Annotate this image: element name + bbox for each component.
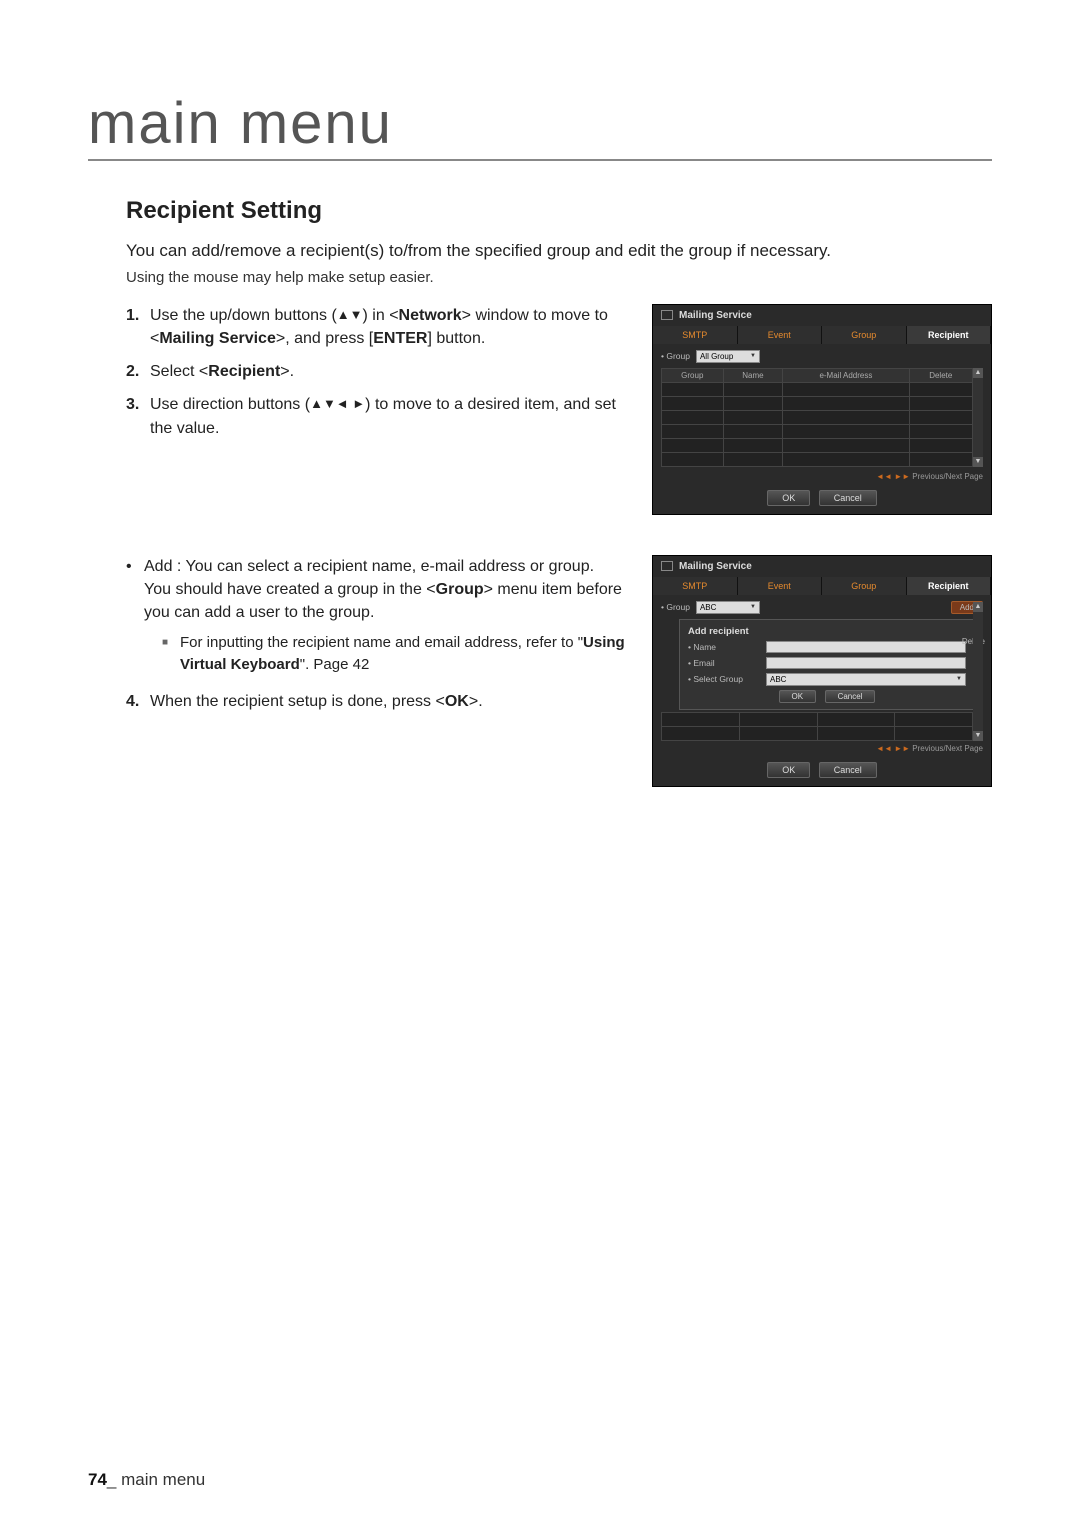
add-recipient-dialog: Add recipient • Name • Email • Select Gr… bbox=[679, 619, 975, 710]
direction-arrows-icon: ▲▼◄ ► bbox=[310, 396, 365, 411]
prev-page-icon[interactable]: ◄◄ bbox=[876, 472, 894, 481]
group-label: • Group bbox=[661, 351, 690, 361]
table-row[interactable] bbox=[662, 452, 973, 466]
tab-recipient[interactable]: Recipient bbox=[907, 326, 992, 344]
tab-event[interactable]: Event bbox=[738, 326, 823, 344]
step-text: When the recipient setup is done, press … bbox=[150, 690, 632, 713]
tab-recipient[interactable]: Recipient bbox=[907, 577, 992, 595]
window-icon bbox=[661, 561, 673, 571]
panel-title: Mailing Service bbox=[653, 556, 991, 577]
mailing-service-panel-1: Mailing Service SMTP Event Group Recipie… bbox=[652, 304, 992, 515]
email-input[interactable] bbox=[766, 657, 966, 669]
step-number: 2. bbox=[126, 360, 150, 383]
page-footer: 74_ main menu bbox=[88, 1470, 205, 1490]
table-row[interactable] bbox=[662, 726, 973, 740]
dialog-ok-button[interactable]: OK bbox=[779, 690, 817, 703]
ok-button[interactable]: OK bbox=[767, 762, 810, 778]
group-dropdown[interactable]: All Group bbox=[696, 350, 760, 363]
sub-bullet-keyboard: ■ For inputting the recipient name and e… bbox=[162, 632, 632, 676]
tab-group[interactable]: Group bbox=[822, 326, 907, 344]
col-delete: Delete bbox=[909, 368, 972, 382]
scroll-down-icon[interactable]: ▼ bbox=[973, 731, 983, 741]
email-label: • Email bbox=[688, 658, 758, 668]
cancel-button[interactable]: Cancel bbox=[819, 762, 877, 778]
intro-text: You can add/remove a recipient(s) to/fro… bbox=[126, 239, 992, 263]
tab-bar: SMTP Event Group Recipient bbox=[653, 326, 991, 344]
scroll-up-icon[interactable]: ▲ bbox=[973, 602, 983, 612]
footer-label: main menu bbox=[116, 1470, 205, 1489]
bullet-add-note: You should have created a group in the <… bbox=[144, 581, 622, 621]
bullet-add: • Add : You can select a recipient name,… bbox=[126, 555, 632, 684]
col-email: e-Mail Address bbox=[783, 368, 909, 382]
section-title: Recipient Setting bbox=[126, 197, 992, 225]
step-text: Use the up/down buttons (▲▼) in <Network… bbox=[150, 304, 632, 350]
col-group: Group bbox=[662, 368, 724, 382]
name-input[interactable] bbox=[766, 641, 966, 653]
tab-group[interactable]: Group bbox=[822, 577, 907, 595]
updown-arrows-icon: ▲▼ bbox=[337, 307, 363, 322]
mouse-note: Using the mouse may help make setup easi… bbox=[126, 269, 992, 286]
scroll-down-icon[interactable]: ▼ bbox=[973, 457, 983, 467]
chapter-title: main menu bbox=[88, 90, 992, 161]
step-text: Select <Recipient>. bbox=[150, 360, 632, 383]
step-number: 1. bbox=[126, 304, 150, 350]
bullet-add-text: Add : You can select a recipient name, e… bbox=[144, 558, 594, 575]
table-row[interactable] bbox=[662, 438, 973, 452]
step-number: 3. bbox=[126, 393, 150, 439]
tab-smtp[interactable]: SMTP bbox=[653, 326, 738, 344]
square-bullet-icon: ■ bbox=[162, 632, 180, 676]
table-row[interactable] bbox=[662, 382, 973, 396]
table-row[interactable] bbox=[662, 424, 973, 438]
mailing-service-panel-2: Mailing Service SMTP Event Group Recipie… bbox=[652, 555, 992, 787]
table-row[interactable] bbox=[662, 410, 973, 424]
table-scrollbar[interactable]: ▲ ▼ bbox=[973, 602, 983, 741]
window-icon bbox=[661, 310, 673, 320]
step-2: 2. Select <Recipient>. bbox=[126, 360, 632, 383]
step-4: 4. When the recipient setup is done, pre… bbox=[126, 690, 632, 713]
table-row[interactable] bbox=[662, 396, 973, 410]
dialog-title: Add recipient bbox=[688, 624, 966, 641]
group-dropdown[interactable]: ABC bbox=[696, 601, 760, 614]
step-number: 4. bbox=[126, 690, 150, 713]
name-label: • Name bbox=[688, 642, 758, 652]
next-page-icon[interactable]: ►► bbox=[894, 744, 912, 753]
step-1: 1. Use the up/down buttons (▲▼) in <Netw… bbox=[126, 304, 632, 350]
tab-smtp[interactable]: SMTP bbox=[653, 577, 738, 595]
col-name: Name bbox=[723, 368, 783, 382]
group-label: • Group bbox=[661, 602, 690, 612]
pager: ◄◄ ►► Previous/Next Page bbox=[653, 741, 991, 756]
step-3: 3. Use direction buttons (▲▼◄ ►) to move… bbox=[126, 393, 632, 439]
prev-page-icon[interactable]: ◄◄ bbox=[876, 744, 894, 753]
ok-button[interactable]: OK bbox=[767, 490, 810, 506]
cancel-button[interactable]: Cancel bbox=[819, 490, 877, 506]
dialog-cancel-button[interactable]: Cancel bbox=[825, 690, 876, 703]
steps-list: 1. Use the up/down buttons (▲▼) in <Netw… bbox=[126, 304, 632, 440]
tab-bar: SMTP Event Group Recipient bbox=[653, 577, 991, 595]
select-group-dropdown[interactable]: ABC bbox=[766, 673, 966, 686]
bullet-icon: • bbox=[126, 555, 144, 684]
next-page-icon[interactable]: ►► bbox=[894, 472, 912, 481]
tab-event[interactable]: Event bbox=[738, 577, 823, 595]
recipient-table: Group Name e-Mail Address Delete bbox=[661, 368, 973, 467]
panel-title: Mailing Service bbox=[653, 305, 991, 326]
page-number: 74 bbox=[88, 1470, 107, 1489]
scroll-up-icon[interactable]: ▲ bbox=[973, 368, 983, 378]
step-text: Use direction buttons (▲▼◄ ►) to move to… bbox=[150, 393, 632, 439]
recipient-table bbox=[661, 712, 973, 741]
pager: ◄◄ ►► Previous/Next Page bbox=[653, 469, 991, 484]
table-scrollbar[interactable]: ▲ ▼ bbox=[973, 368, 983, 467]
select-group-label: • Select Group bbox=[688, 674, 758, 684]
table-row[interactable] bbox=[662, 712, 973, 726]
